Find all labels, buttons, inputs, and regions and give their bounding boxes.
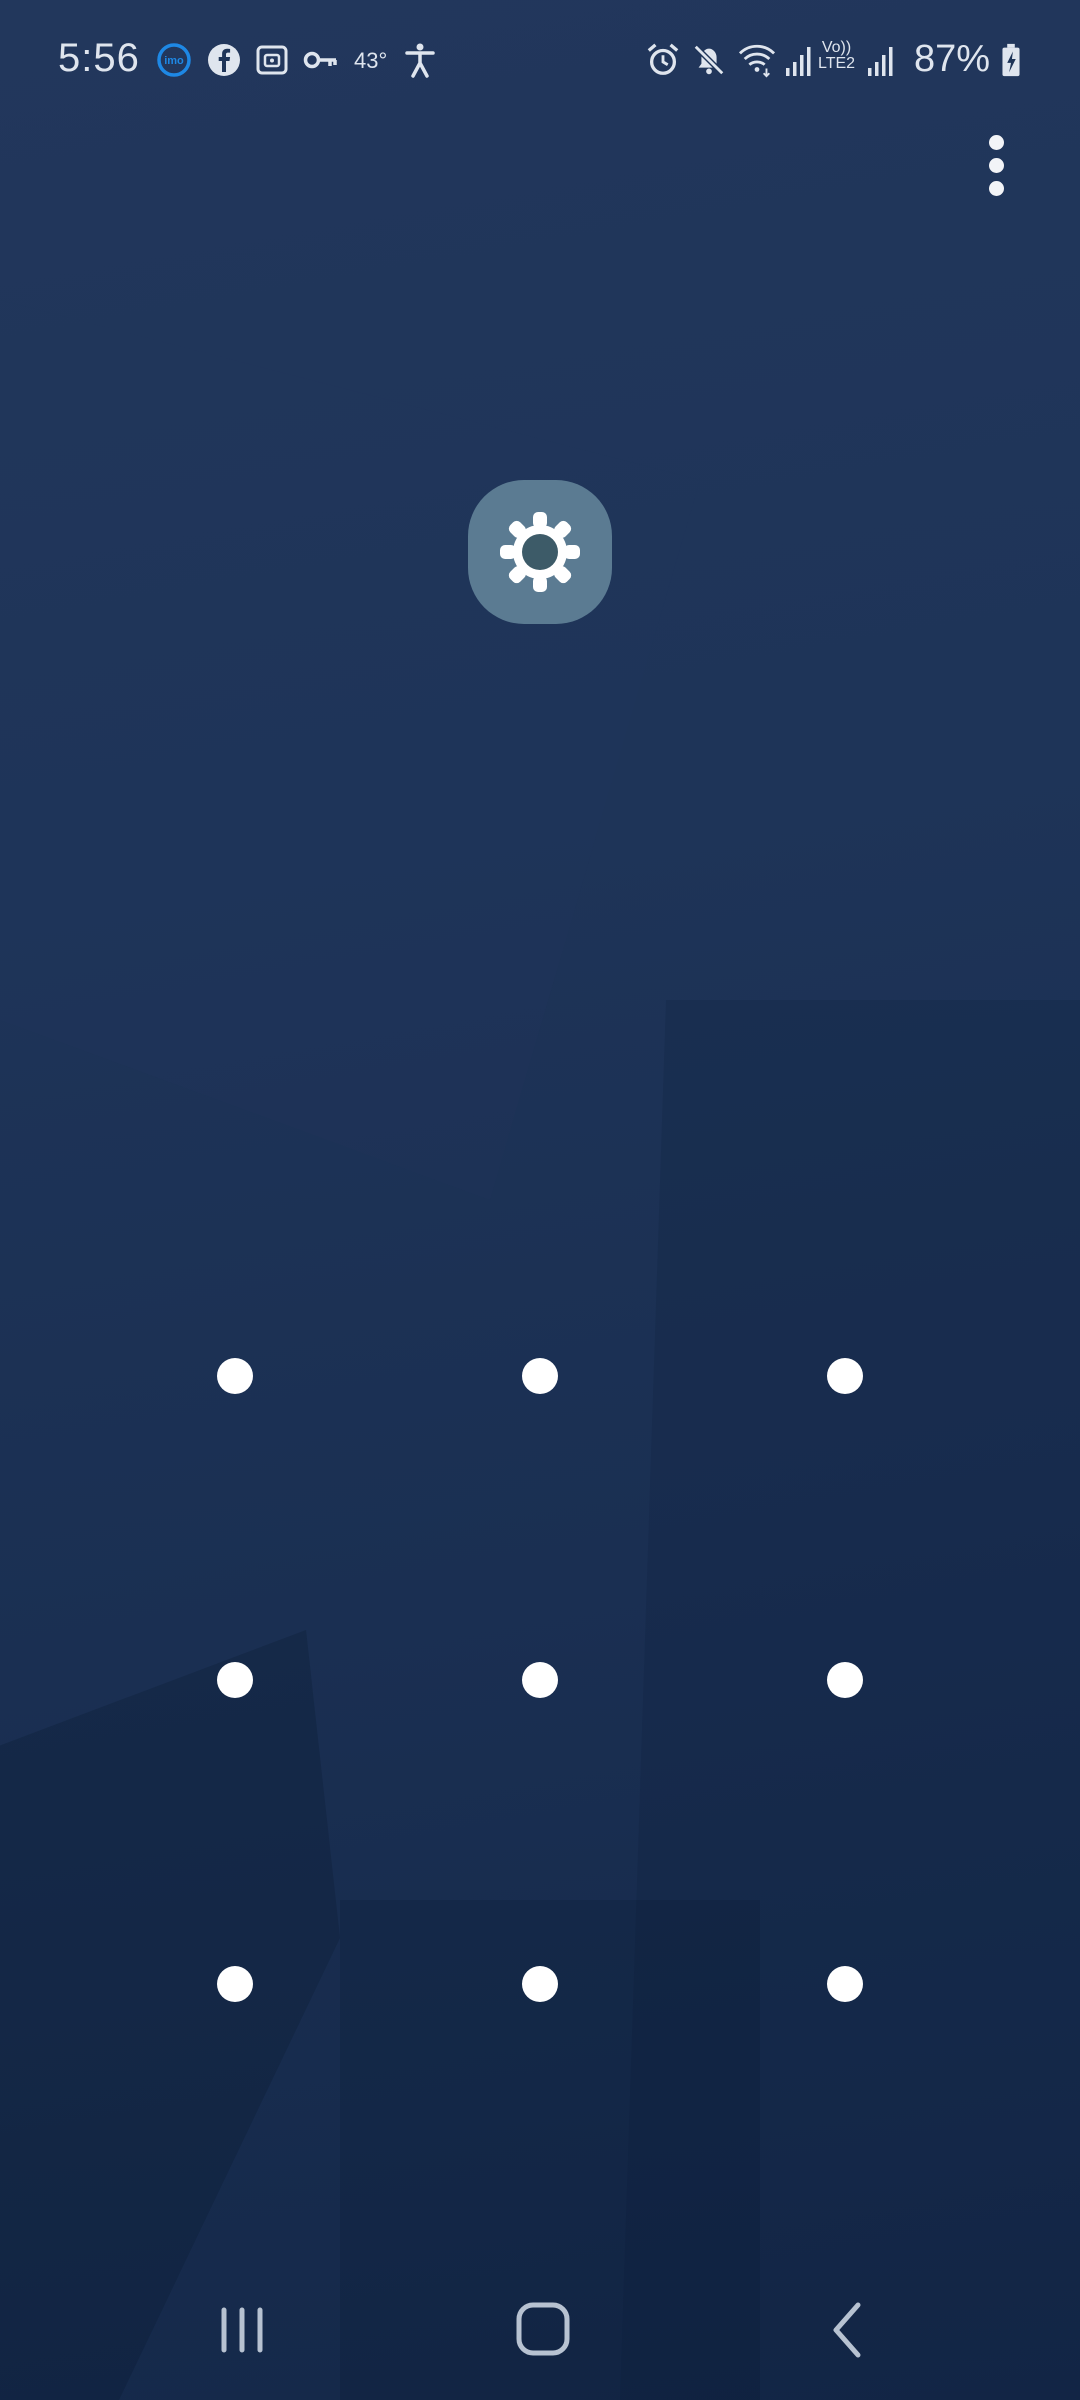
signal-icon bbox=[786, 47, 811, 76]
more-options-button[interactable] bbox=[970, 130, 1022, 200]
lte-label: Vo)) LTE2 bbox=[818, 39, 856, 72]
pattern-dot-7[interactable] bbox=[217, 1966, 253, 2002]
background-facet bbox=[0, 1630, 340, 2400]
recent-apps-icon bbox=[221, 2307, 263, 2353]
pattern-dot-9[interactable] bbox=[827, 1966, 863, 2002]
wifi-icon bbox=[738, 44, 776, 78]
background-facet bbox=[0, 300, 700, 1200]
more-options-icon-dot bbox=[989, 158, 1004, 173]
facebook-icon bbox=[208, 44, 240, 76]
recent-apps-button[interactable] bbox=[202, 2290, 282, 2370]
pattern-dot-8[interactable] bbox=[522, 1966, 558, 2002]
signal-icon bbox=[868, 47, 893, 76]
mute-icon bbox=[693, 44, 725, 76]
home-icon bbox=[516, 2302, 570, 2356]
imo-icon: imo bbox=[157, 43, 191, 77]
status-time: 5:56 bbox=[58, 36, 140, 80]
pattern-dot-1[interactable] bbox=[217, 1358, 253, 1394]
battery-percentage: 87% bbox=[914, 38, 991, 80]
temperature-label: 43° bbox=[354, 48, 388, 73]
back-icon bbox=[833, 2302, 861, 2358]
alarm-icon bbox=[647, 43, 679, 75]
pattern-dot-6[interactable] bbox=[827, 1662, 863, 1698]
vpn-key-icon bbox=[303, 51, 337, 69]
pattern-dot-4[interactable] bbox=[217, 1662, 253, 1698]
status-bar: 5:56 imo 43° Vo)) LTE2 87% bbox=[0, 0, 1080, 120]
pattern-dot-5[interactable] bbox=[522, 1662, 558, 1698]
settings-app-icon bbox=[468, 480, 612, 624]
secure-folder-icon bbox=[256, 45, 288, 75]
battery-charging-icon bbox=[1002, 43, 1020, 77]
home-button[interactable] bbox=[504, 2290, 584, 2370]
settings-gear-icon bbox=[500, 512, 580, 592]
more-options-icon bbox=[989, 135, 1004, 150]
more-options-icon-dot bbox=[989, 181, 1004, 196]
pattern-dot-2[interactable] bbox=[522, 1358, 558, 1394]
pattern-dot-3[interactable] bbox=[827, 1358, 863, 1394]
background-facet bbox=[620, 1000, 1080, 2400]
back-button[interactable] bbox=[806, 2290, 886, 2370]
svg-text:imo: imo bbox=[164, 55, 184, 67]
accessibility-icon bbox=[405, 43, 435, 78]
